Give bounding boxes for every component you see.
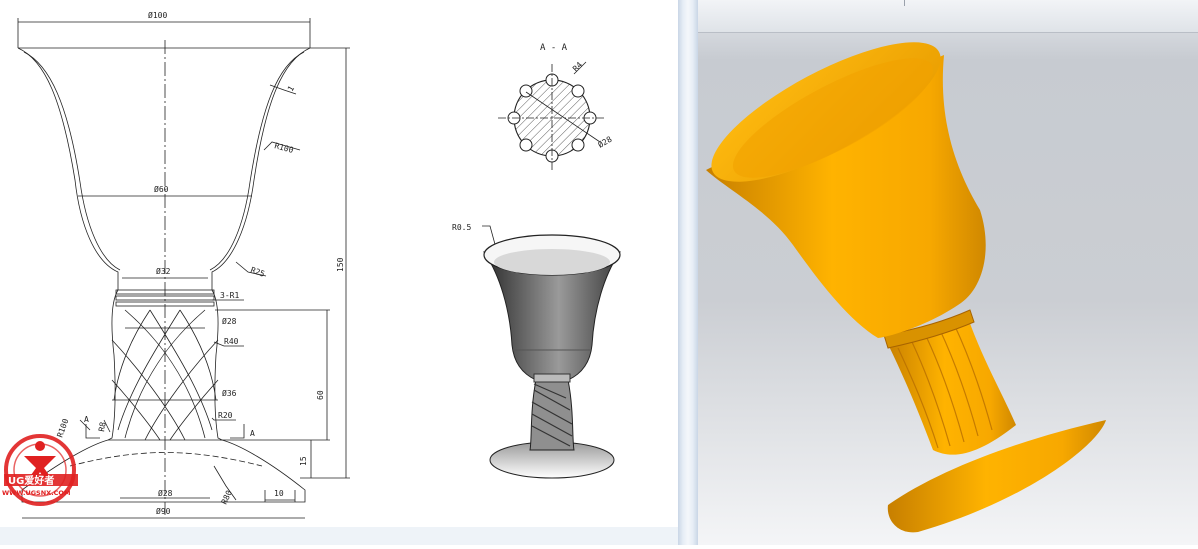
dim-radius-20: R20	[218, 411, 233, 420]
dimension-lines	[17, 18, 350, 519]
dim-diameter-32: Ø32	[156, 266, 171, 276]
cut-mark-left: A	[84, 415, 89, 424]
dim-radius-8: R8	[97, 421, 108, 432]
dim-radius-40: R40	[224, 337, 239, 346]
section-title: A - A	[540, 43, 568, 53]
dim-diameter-90: Ø90	[156, 506, 171, 516]
cad-3d-viewport[interactable]	[698, 0, 1198, 545]
section-a-a: A - A R4 Ø28	[498, 43, 614, 172]
dim-diameter-60: Ø60	[154, 184, 169, 194]
ugsnx-watermark-logo: UG爱好者 WWW.UGSNX.COM	[2, 434, 78, 506]
dim-height-15: 15	[299, 456, 308, 466]
dim-radius-100: R100	[273, 141, 294, 155]
section-diameter-28: Ø28	[596, 134, 614, 150]
goblet-shaded-render: R0.5	[452, 223, 621, 479]
drawing-bottom-strip	[0, 527, 678, 545]
cut-mark-right: A	[250, 429, 255, 438]
dim-thickness-1: 1	[286, 84, 296, 93]
dim-diameter-28-base: Ø28	[158, 488, 173, 498]
panel-splitter[interactable]	[678, 0, 698, 545]
dim-height-60: 60	[316, 390, 325, 400]
dim-width-10: 10	[274, 489, 284, 498]
dim-radius-3-r1: 3-R1	[220, 291, 239, 300]
dim-radius-80: R80	[220, 489, 234, 506]
dim-radius-100-base: R100	[55, 417, 70, 438]
watermark-brand: UG爱好者	[8, 474, 54, 487]
technical-drawing-panel: Ø100 Ø60 Ø32 Ø28 Ø36 Ø28 Ø90 R100 R25 3-…	[0, 0, 678, 545]
dim-radius-25: R25	[249, 265, 266, 278]
dim-height-150: 150	[336, 257, 345, 272]
watermark-url: WWW.UGSNX.COM	[2, 489, 70, 497]
section-radius-4: R4	[571, 60, 584, 73]
goblet-3d-model[interactable]	[698, 0, 1198, 545]
drawing-canvas: Ø100 Ø60 Ø32 Ø28 Ø36 Ø28 Ø90 R100 R25 3-…	[2, 10, 621, 519]
dim-diameter-100: Ø100	[148, 10, 167, 20]
dim-diameter-28-stem: Ø28	[222, 316, 237, 326]
render-radius-0-5: R0.5	[452, 223, 471, 232]
dim-diameter-36: Ø36	[222, 388, 237, 398]
